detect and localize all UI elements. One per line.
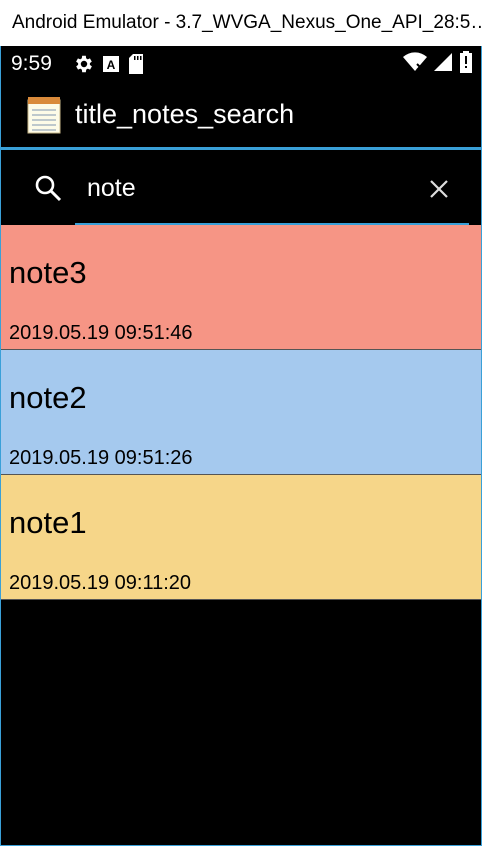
wifi-icon [403, 52, 427, 76]
status-bar: 9:59 A [1, 46, 481, 82]
notepad-icon [27, 96, 61, 134]
search-icon[interactable] [33, 173, 63, 207]
note-title: note1 [9, 505, 87, 540]
svg-text:A: A [107, 58, 116, 72]
close-icon[interactable] [429, 179, 449, 199]
device-screen: 9:59 A title_notes_search note note3 201… [0, 46, 482, 846]
list-item[interactable]: note3 2019.05.19 09:51:46 [1, 225, 481, 350]
page-title: title_notes_search [75, 99, 295, 129]
sd-card-icon [127, 53, 145, 75]
gear-icon [73, 53, 95, 75]
note-timestamp: 2019.05.19 09:51:46 [9, 322, 193, 344]
note-title: note2 [9, 380, 87, 415]
list-item[interactable]: note1 2019.05.19 09:11:20 [1, 475, 481, 600]
note-timestamp: 2019.05.19 09:51:26 [9, 447, 193, 469]
action-bar: title_notes_search [1, 82, 481, 150]
battery-icon [459, 51, 473, 77]
notes-list: note3 2019.05.19 09:51:46 note2 2019.05.… [1, 225, 481, 600]
status-time: 9:59 [11, 52, 52, 75]
note-timestamp: 2019.05.19 09:11:20 [9, 572, 192, 594]
emulator-window-title: Android Emulator - 3.7_WVGA_Nexus_One_AP… [0, 0, 482, 46]
a-box-icon: A [101, 54, 121, 74]
signal-icon [433, 52, 453, 76]
note-title: note3 [9, 255, 87, 290]
status-right-icons [403, 46, 473, 82]
search-input[interactable] [75, 153, 469, 225]
list-item[interactable]: note2 2019.05.19 09:51:26 [1, 350, 481, 475]
search-bar [1, 153, 481, 225]
